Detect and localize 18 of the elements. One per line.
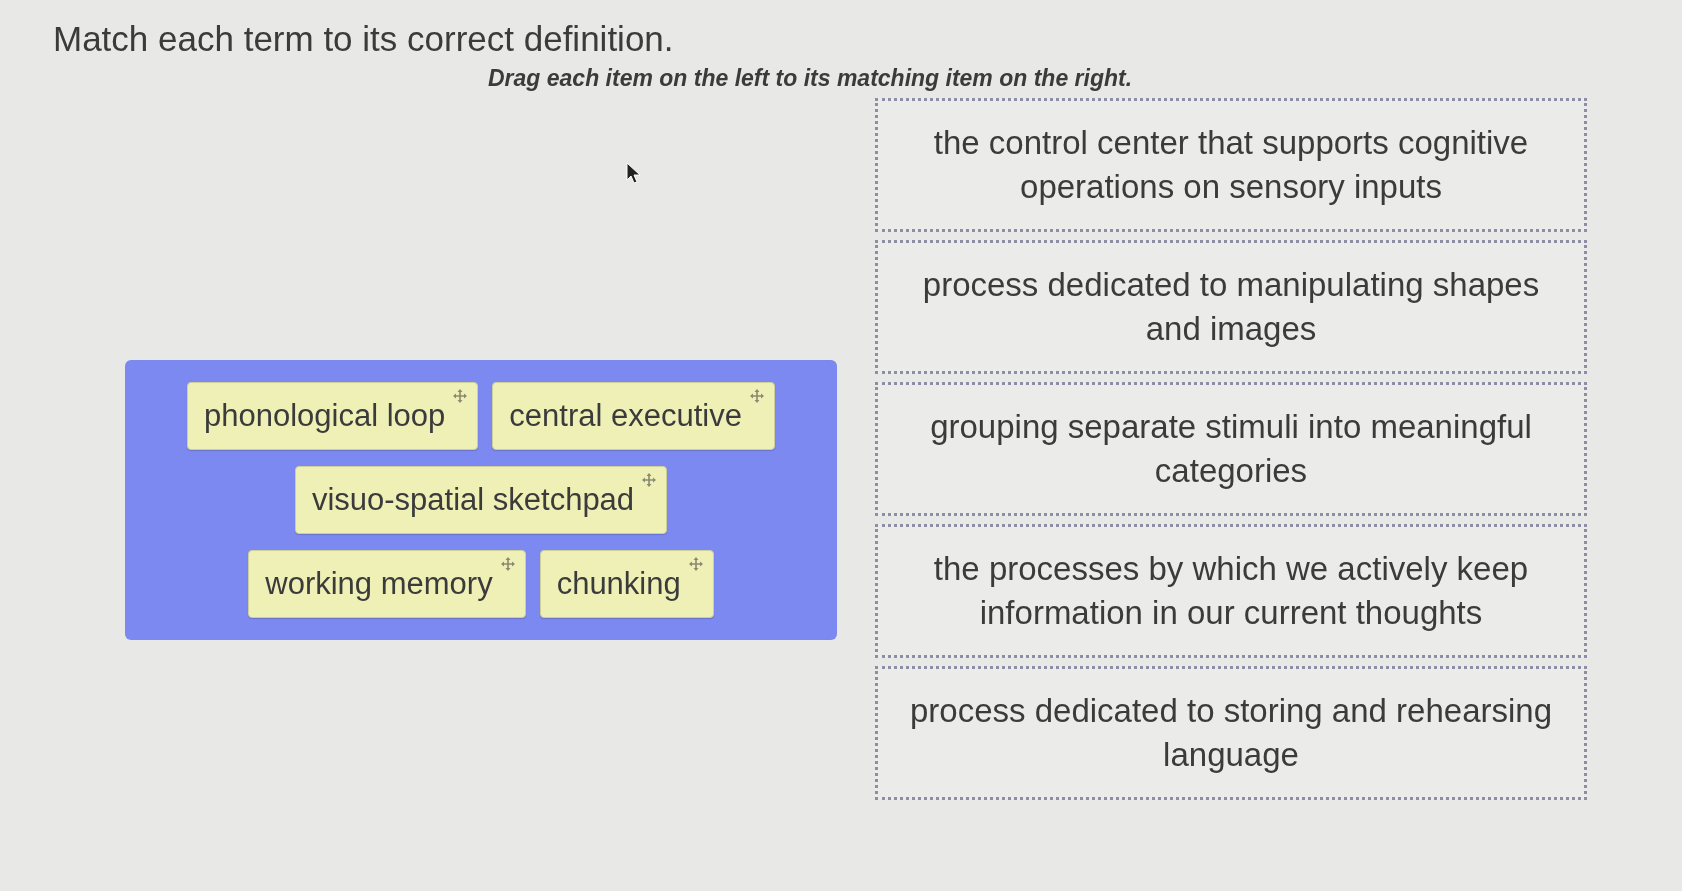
draggable-term[interactable]: phonological loop — [187, 382, 479, 450]
question-title: Match each term to its correct definition. — [52, 18, 675, 60]
drop-zone[interactable]: the processes by which we actively keep information in our current thoughts — [875, 524, 1587, 658]
move-icon — [749, 389, 764, 403]
move-icon — [500, 557, 515, 571]
draggable-term[interactable]: chunking — [539, 550, 714, 618]
draggable-term[interactable]: central executive — [492, 382, 775, 450]
move-icon — [642, 473, 657, 487]
move-icon — [688, 557, 703, 571]
move-icon — [453, 389, 468, 403]
drop-zone[interactable]: process dedicated to storing and rehearsing language — [875, 666, 1587, 800]
draggable-term[interactable]: working memory — [248, 550, 526, 618]
drop-zone[interactable]: the control center that supports cognitive operations on sensory inputs — [875, 98, 1587, 232]
instruction-text: Drag each item on the left to its matching item on the right. — [488, 64, 1133, 92]
draggable-term[interactable]: visuo-spatial sketchpad — [294, 466, 668, 534]
mouse-pointer-icon — [626, 162, 642, 184]
drop-zone[interactable]: process dedicated to manipulating shapes and images — [875, 240, 1587, 374]
drop-zone[interactable]: grouping separate stimuli into meaningful categories — [875, 382, 1587, 516]
